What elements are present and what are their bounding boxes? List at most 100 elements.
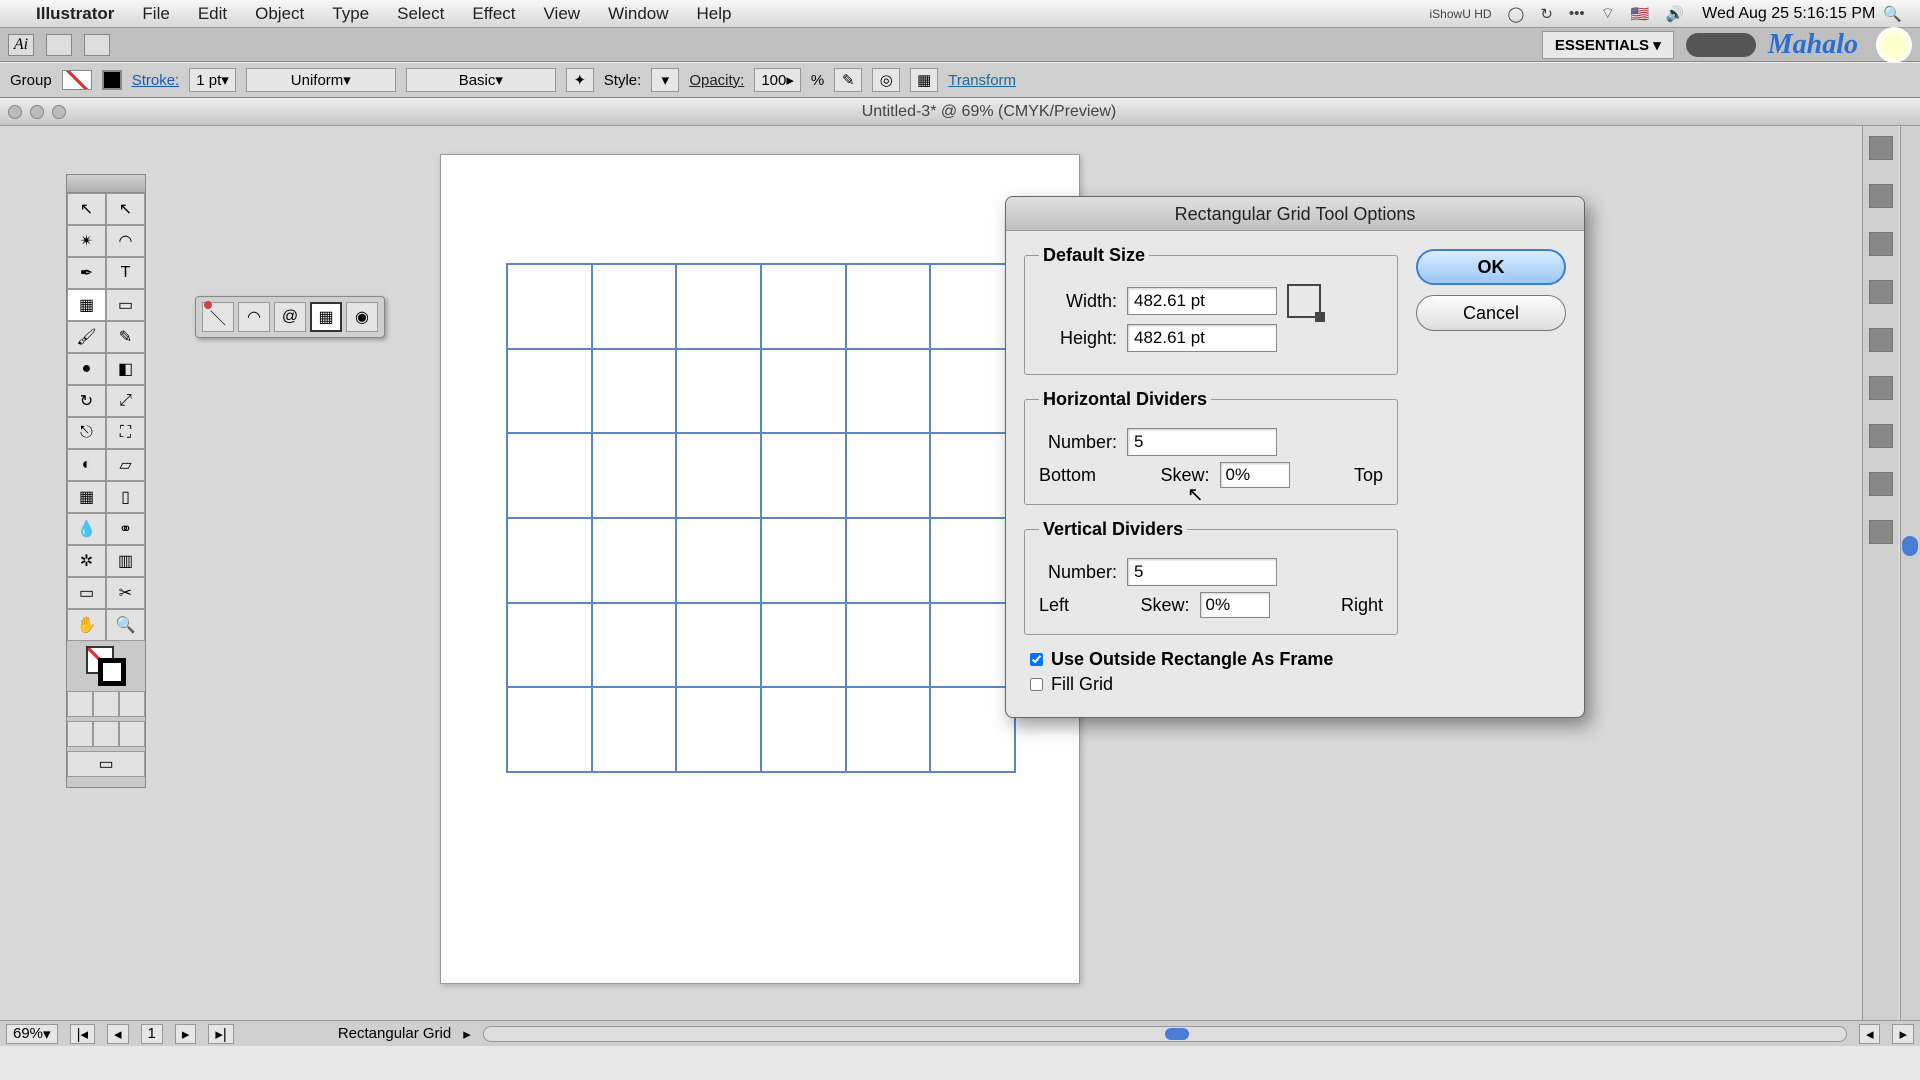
brushes-panel-icon[interactable] — [1869, 520, 1893, 544]
status-rec-icon[interactable]: ◯ — [1508, 5, 1525, 23]
constrain-proportions-icon[interactable] — [1287, 284, 1321, 318]
screen-mode-icon[interactable]: ▭ — [67, 751, 145, 777]
vertical-scrollbar[interactable] — [1900, 126, 1920, 1046]
pencil-tool-icon[interactable]: ✎ — [106, 321, 145, 353]
fill-grid-checkbox[interactable] — [1030, 678, 1043, 691]
menu-select[interactable]: Select — [397, 4, 444, 24]
recolor-icon[interactable]: ✎ — [834, 68, 862, 92]
rotate-tool-icon[interactable]: ↻ — [67, 385, 106, 417]
spotlight-icon[interactable]: 🔍 — [1883, 5, 1902, 23]
h-skew-input[interactable] — [1220, 462, 1290, 488]
workspace-switcher[interactable]: ESSENTIALS ▾ — [1542, 31, 1674, 59]
menu-view[interactable]: View — [544, 4, 581, 24]
type-tool-icon[interactable]: T — [106, 257, 145, 289]
magic-wand-tool-icon[interactable]: ✴ — [67, 225, 106, 257]
shape-builder-tool-icon[interactable]: ◐ — [67, 449, 106, 481]
h-number-input[interactable] — [1127, 428, 1277, 456]
hscroll-right-icon[interactable]: ▸ — [1892, 1024, 1914, 1044]
graph-tool-icon[interactable]: ▥ — [106, 545, 145, 577]
artboard-nav-prev-icon[interactable]: ◂ — [107, 1024, 129, 1044]
zoom-level-field[interactable]: 69% ▾ — [6, 1024, 58, 1044]
paintbrush-tool-icon[interactable]: 🖌 — [67, 321, 106, 353]
mesh-tool-icon[interactable]: ▦ — [67, 481, 106, 513]
minimize-window-icon[interactable] — [30, 105, 44, 119]
horizontal-scrollbar[interactable] — [483, 1026, 1847, 1042]
hscroll-left-icon[interactable]: ◂ — [1859, 1024, 1881, 1044]
artboard-nav-last-icon[interactable]: ▸| — [208, 1024, 233, 1044]
lasso-tool-icon[interactable]: ◠ — [106, 225, 145, 257]
artboard[interactable] — [440, 154, 1080, 984]
hand-tool-icon[interactable]: ✋ — [67, 609, 106, 641]
artboard-number-field[interactable]: 1 — [141, 1024, 163, 1044]
draw-inside-icon[interactable] — [119, 721, 145, 747]
free-transform-tool-icon[interactable]: ⛶ — [106, 417, 145, 449]
color-mode-icon[interactable] — [67, 691, 93, 717]
menu-object[interactable]: Object — [255, 4, 304, 24]
layers-panel-icon[interactable] — [1869, 424, 1893, 448]
fill-swatch[interactable] — [62, 70, 92, 90]
menu-window[interactable]: Window — [608, 4, 668, 24]
menu-type[interactable]: Type — [332, 4, 369, 24]
style-select[interactable]: ▾ — [651, 68, 679, 92]
status-sync-icon[interactable]: ↻ — [1540, 5, 1553, 23]
menu-help[interactable]: Help — [697, 4, 732, 24]
perspective-tool-icon[interactable]: ▱ — [106, 449, 145, 481]
appearance-panel-icon[interactable] — [1869, 376, 1893, 400]
eraser-tool-icon[interactable]: ◧ — [106, 353, 145, 385]
spiral-tool-icon[interactable]: @ — [274, 302, 306, 332]
brush-select[interactable]: Basic ▾ — [406, 68, 556, 92]
stroke-swatch[interactable] — [102, 70, 122, 90]
vertical-scroll-thumb[interactable] — [1902, 536, 1918, 556]
artboard-tool-icon[interactable]: ▭ — [67, 577, 106, 609]
menu-file[interactable]: File — [142, 4, 169, 24]
stroke-profile-select[interactable]: Uniform ▾ — [246, 68, 396, 92]
align-icon[interactable]: ◎ — [872, 68, 900, 92]
opacity-label[interactable]: Opacity: — [689, 72, 744, 89]
v-skew-input[interactable] — [1200, 592, 1270, 618]
menubar-clock[interactable]: Wed Aug 25 5:16:15 PM — [1702, 5, 1875, 23]
volume-icon[interactable]: 🔊 — [1665, 5, 1684, 23]
fill-stroke-swatches[interactable] — [67, 641, 145, 691]
stroke-label[interactable]: Stroke: — [132, 72, 180, 89]
cancel-button[interactable]: Cancel — [1416, 295, 1566, 331]
rectangular-grid-tool-icon[interactable]: ▦ — [310, 302, 342, 332]
selection-tool-icon[interactable]: ↖ — [67, 193, 106, 225]
scale-tool-icon[interactable]: ⤢ — [106, 385, 145, 417]
app-icon[interactable]: Ai — [8, 34, 34, 56]
transparency-panel-icon[interactable] — [1869, 328, 1893, 352]
symbols-panel-icon[interactable] — [1869, 472, 1893, 496]
swatches-panel-icon[interactable] — [1869, 184, 1893, 208]
transform-icon[interactable]: ▦ — [910, 68, 938, 92]
blob-brush-tool-icon[interactable]: ● — [67, 353, 106, 385]
menu-edit[interactable]: Edit — [198, 4, 227, 24]
gradient-panel-icon[interactable] — [1869, 280, 1893, 304]
width-tool-icon[interactable]: ⎋ — [67, 417, 106, 449]
gradient-mode-icon[interactable] — [93, 691, 119, 717]
line-tool-icon[interactable]: ▦ — [67, 289, 106, 321]
pen-tool-icon[interactable]: ✒ — [67, 257, 106, 289]
rectangular-grid-object[interactable] — [506, 263, 1016, 773]
wifi-icon[interactable]: ⌔ — [1601, 4, 1615, 23]
stroke-panel-icon[interactable] — [1869, 232, 1893, 256]
app-menu[interactable]: Illustrator — [36, 4, 114, 24]
polar-grid-tool-icon[interactable]: ◉ — [346, 302, 378, 332]
zoom-window-icon[interactable] — [52, 105, 66, 119]
flag-icon[interactable]: 🇺🇸 — [1631, 5, 1650, 23]
blend-tool-icon[interactable]: ⚭ — [106, 513, 145, 545]
width-input[interactable] — [1127, 287, 1277, 315]
rectangle-tool-icon[interactable]: ▭ — [106, 289, 145, 321]
direct-selection-tool-icon[interactable]: ↖ — [106, 193, 145, 225]
close-window-icon[interactable] — [8, 105, 22, 119]
arrange-docs-icon[interactable] — [84, 34, 110, 56]
bridge-icon[interactable] — [46, 34, 72, 56]
menu-effect[interactable]: Effect — [472, 4, 515, 24]
arc-tool-icon[interactable]: ◠ — [238, 302, 270, 332]
eyedropper-tool-icon[interactable]: 💧 — [67, 513, 106, 545]
transform-label[interactable]: Transform — [948, 72, 1016, 89]
height-input[interactable] — [1127, 324, 1277, 352]
status-dots-icon[interactable]: ••• — [1569, 5, 1585, 22]
artboard-nav-next-icon[interactable]: ▸ — [175, 1024, 197, 1044]
opacity-field[interactable]: 100 ▸ — [754, 68, 801, 92]
vstroke-icon[interactable]: ✦ — [566, 68, 594, 92]
slice-tool-icon[interactable]: ✂ — [106, 577, 145, 609]
